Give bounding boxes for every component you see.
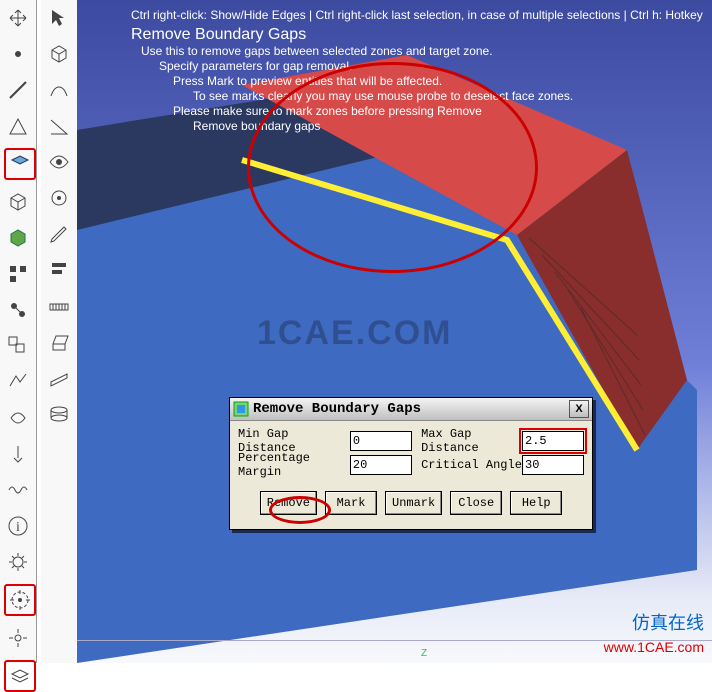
close-button[interactable]: Close bbox=[450, 491, 502, 515]
planar-icon bbox=[47, 366, 71, 390]
volume-tool[interactable] bbox=[4, 224, 32, 252]
remove-boundary-gaps-dialog: Remove Boundary Gaps X Min Gap Distance … bbox=[229, 397, 593, 530]
sketch-icon bbox=[47, 78, 71, 102]
loft-tool[interactable] bbox=[45, 400, 73, 428]
hint-line: Press Mark to preview entities that will… bbox=[173, 74, 703, 89]
watermark-cn: 仿真在线 bbox=[632, 609, 704, 635]
measure-tool[interactable] bbox=[45, 292, 73, 320]
sel-icon bbox=[6, 262, 30, 286]
triangle-tool[interactable] bbox=[4, 112, 32, 140]
probe-tool[interactable] bbox=[4, 440, 32, 468]
mark-button[interactable]: Mark bbox=[325, 491, 377, 515]
toolbar-right bbox=[41, 0, 78, 663]
line-icon bbox=[6, 78, 30, 102]
dialog-buttons: Remove Mark Unmark Close Help bbox=[238, 477, 584, 525]
box-icon bbox=[6, 190, 30, 214]
box-tool[interactable] bbox=[4, 188, 32, 216]
primitive-tool[interactable] bbox=[45, 40, 73, 68]
group-tool[interactable] bbox=[4, 332, 32, 360]
align-tool[interactable] bbox=[45, 256, 73, 284]
eye-tool[interactable] bbox=[45, 148, 73, 176]
angle-tool[interactable] bbox=[45, 112, 73, 140]
expand-icon bbox=[6, 626, 30, 650]
hint-line: To see marks clearly you may use mouse p… bbox=[193, 89, 703, 104]
critical-angle-label: Critical Angle bbox=[421, 458, 522, 472]
probe-icon bbox=[6, 442, 30, 466]
percentage-margin-input[interactable] bbox=[350, 455, 412, 475]
watermark-url: www.1CAE.com bbox=[604, 639, 704, 655]
help-button[interactable]: Help bbox=[510, 491, 562, 515]
critical-angle-input[interactable] bbox=[522, 455, 584, 475]
unmark-button[interactable]: Unmark bbox=[385, 491, 442, 515]
eye-icon bbox=[47, 150, 71, 174]
link-tool[interactable] bbox=[4, 296, 32, 324]
target-icon bbox=[8, 588, 32, 612]
gear-tool[interactable] bbox=[4, 548, 32, 576]
sketch-tool[interactable] bbox=[45, 76, 73, 104]
align-icon bbox=[47, 258, 71, 282]
tri-icon bbox=[6, 114, 30, 138]
selection-tool[interactable] bbox=[4, 260, 32, 288]
viewport-3d[interactable]: Ctrl right-click: Show/Hide Edges | Ctrl… bbox=[77, 0, 712, 663]
focus-tool[interactable] bbox=[45, 184, 73, 212]
point-tool[interactable] bbox=[4, 40, 32, 68]
extrude-tool[interactable] bbox=[45, 328, 73, 356]
pencil-tool[interactable] bbox=[45, 220, 73, 248]
hint-title: Remove Boundary Gaps bbox=[131, 27, 703, 42]
snap-icon bbox=[6, 370, 30, 394]
min-gap-input[interactable] bbox=[350, 431, 412, 451]
face-icon bbox=[8, 152, 32, 176]
pencil-icon bbox=[47, 222, 71, 246]
line-tool[interactable] bbox=[4, 76, 32, 104]
box-icon bbox=[47, 42, 71, 66]
dialog-titlebar[interactable]: Remove Boundary Gaps X bbox=[230, 398, 592, 421]
max-gap-label: Max Gap Distance bbox=[421, 427, 522, 455]
max-gap-input[interactable] bbox=[522, 431, 584, 451]
gear-icon bbox=[6, 550, 30, 574]
dialog-icon bbox=[233, 401, 249, 417]
remove-button[interactable]: Remove bbox=[260, 491, 317, 515]
hint-line: Ctrl right-click: Show/Hide Edges | Ctrl… bbox=[131, 8, 703, 23]
snap-tool[interactable] bbox=[4, 368, 32, 396]
viewport-hints: Ctrl right-click: Show/Hide Edges | Ctrl… bbox=[131, 8, 703, 134]
toolbar-left: i bbox=[0, 0, 37, 663]
hint-line: Remove boundary gaps bbox=[193, 119, 703, 134]
info-icon: i bbox=[6, 514, 30, 538]
link-icon bbox=[6, 298, 30, 322]
hint-line: Please make sure to mark zones before pr… bbox=[173, 104, 703, 119]
wave-tool[interactable] bbox=[4, 476, 32, 504]
wrap-tool[interactable] bbox=[4, 404, 32, 432]
dialog-title: Remove Boundary Gaps bbox=[253, 401, 421, 417]
angle-icon bbox=[47, 114, 71, 138]
info-tool[interactable]: i bbox=[4, 512, 32, 540]
percentage-margin-label: Percentage Margin bbox=[238, 451, 350, 479]
hint-line: Specify parameters for gap removal. bbox=[159, 59, 703, 74]
dialog-close-button[interactable]: X bbox=[569, 400, 589, 418]
arrow-icon bbox=[47, 6, 71, 30]
hint-line: Use this to remove gaps between selected… bbox=[141, 44, 703, 59]
extrude-icon bbox=[47, 330, 71, 354]
face-tool[interactable] bbox=[4, 148, 36, 180]
dot-icon bbox=[6, 42, 30, 66]
expand-tool[interactable] bbox=[4, 624, 32, 652]
move-tool[interactable] bbox=[4, 4, 32, 32]
wrap-icon bbox=[6, 406, 30, 430]
vol-icon bbox=[6, 226, 30, 250]
svg-text:i: i bbox=[16, 520, 20, 535]
planar-tool[interactable] bbox=[45, 364, 73, 392]
focus-icon bbox=[47, 186, 71, 210]
layers-tool[interactable] bbox=[4, 660, 36, 692]
axis-z-label: Z bbox=[421, 648, 427, 659]
group-icon bbox=[6, 334, 30, 358]
move-icon bbox=[6, 6, 30, 30]
measure-icon bbox=[47, 294, 71, 318]
wave-icon bbox=[6, 478, 30, 502]
loft-icon bbox=[47, 402, 71, 426]
cursor-tool[interactable] bbox=[45, 4, 73, 32]
layers-icon bbox=[8, 664, 32, 688]
target-tool[interactable] bbox=[4, 584, 36, 616]
